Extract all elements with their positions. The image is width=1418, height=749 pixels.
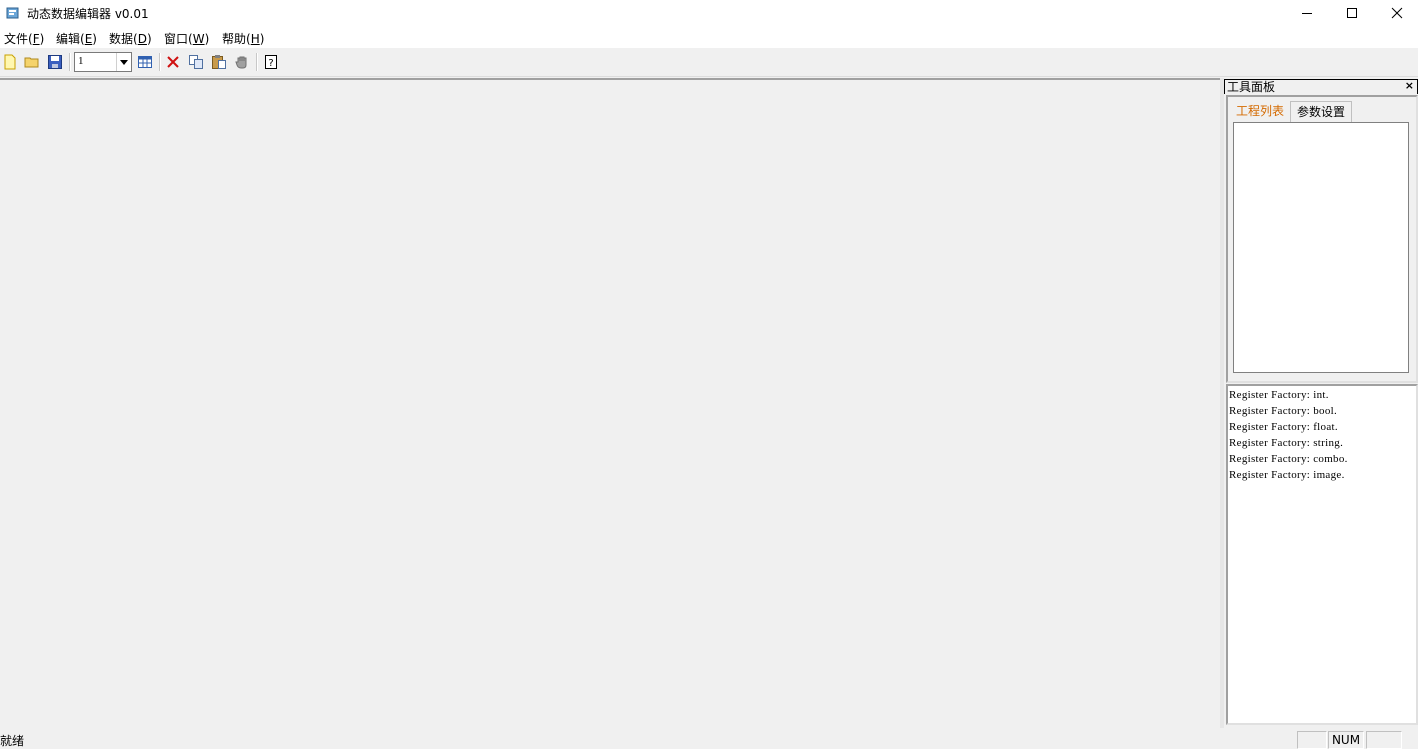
log-line: Register Factory: image. <box>1229 469 1345 481</box>
title-bar: 动态数据编辑器 v0.01 <box>0 0 1418 26</box>
menu-window[interactable]: 窗口(W) <box>164 30 209 47</box>
tab-parameter-settings[interactable]: 参数设置 <box>1290 101 1352 122</box>
combo-dropdown-button[interactable] <box>116 53 131 71</box>
window-title: 动态数据编辑器 v0.01 <box>27 7 149 21</box>
menu-bar: 文件(F) 编辑(E) 数据(D) 窗口(W) 帮助(H) <box>0 26 1418 48</box>
page-combobox[interactable]: 1 <box>74 52 132 72</box>
paste-button[interactable] <box>209 52 229 72</box>
svg-text:?: ? <box>268 58 273 69</box>
maximize-button[interactable] <box>1329 0 1375 26</box>
status-bar: 就绪 NUM <box>0 728 1418 749</box>
hand-button[interactable] <box>232 52 252 72</box>
save-disk-icon <box>48 55 62 69</box>
log-line: Register Factory: combo. <box>1229 453 1348 465</box>
status-pane-caps <box>1297 731 1327 749</box>
log-line: Register Factory: bool. <box>1229 405 1338 417</box>
panel-close-button[interactable]: × <box>1405 79 1414 93</box>
menu-file[interactable]: 文件(F) <box>4 30 44 47</box>
delete-button[interactable] <box>163 52 183 72</box>
log-line: Register Factory: int. <box>1229 389 1329 401</box>
log-line: Register Factory: float. <box>1229 421 1338 433</box>
combo-value: 1 <box>78 55 84 67</box>
new-button[interactable] <box>0 52 20 72</box>
table-icon <box>138 56 152 68</box>
menu-data[interactable]: 数据(D) <box>109 30 152 47</box>
app-icon <box>6 6 20 20</box>
menu-edit[interactable]: 编辑(E) <box>56 30 97 47</box>
toolbar-separator <box>159 53 161 71</box>
project-list-view[interactable] <box>1233 122 1409 373</box>
toolbar-separator <box>256 53 258 71</box>
table-button[interactable] <box>135 52 155 72</box>
tool-panel-title: 工具面板 <box>1227 80 1276 94</box>
paste-clipboard-icon <box>212 55 226 69</box>
copy-icon <box>189 55 203 69</box>
help-question-icon: ? <box>265 55 277 69</box>
save-button[interactable] <box>45 52 65 72</box>
toolbar: ? <box>0 48 1418 77</box>
maximize-icon <box>1347 8 1357 18</box>
tool-panel-tabs: 工程列表 参数设置 <box>1226 95 1418 383</box>
status-pane-scroll <box>1366 731 1402 749</box>
delete-x-icon <box>167 56 179 68</box>
hand-icon <box>235 56 247 69</box>
log-line: Register Factory: string. <box>1229 437 1344 449</box>
document-area <box>0 78 1220 730</box>
chevron-down-icon <box>120 59 128 65</box>
open-folder-icon <box>24 57 39 68</box>
output-log[interactable]: Register Factory: int. Register Factory:… <box>1226 384 1418 725</box>
tab-project-list[interactable]: 工程列表 <box>1232 101 1288 121</box>
menu-help[interactable]: 帮助(H) <box>222 30 264 47</box>
toolbar-separator <box>69 53 71 71</box>
help-button[interactable]: ? <box>261 52 281 72</box>
close-window-button[interactable] <box>1374 0 1418 26</box>
copy-button[interactable] <box>186 52 206 72</box>
open-button[interactable] <box>22 52 42 72</box>
status-pane-num: NUM <box>1328 731 1364 749</box>
new-file-icon <box>4 54 16 70</box>
panel-splitter[interactable] <box>1220 78 1224 728</box>
status-text: 就绪 <box>0 734 25 748</box>
minimize-button[interactable] <box>1284 0 1330 26</box>
close-icon <box>1391 7 1403 19</box>
tool-panel-header: 工具面板 × <box>1224 79 1418 94</box>
minimize-icon <box>1302 13 1312 14</box>
